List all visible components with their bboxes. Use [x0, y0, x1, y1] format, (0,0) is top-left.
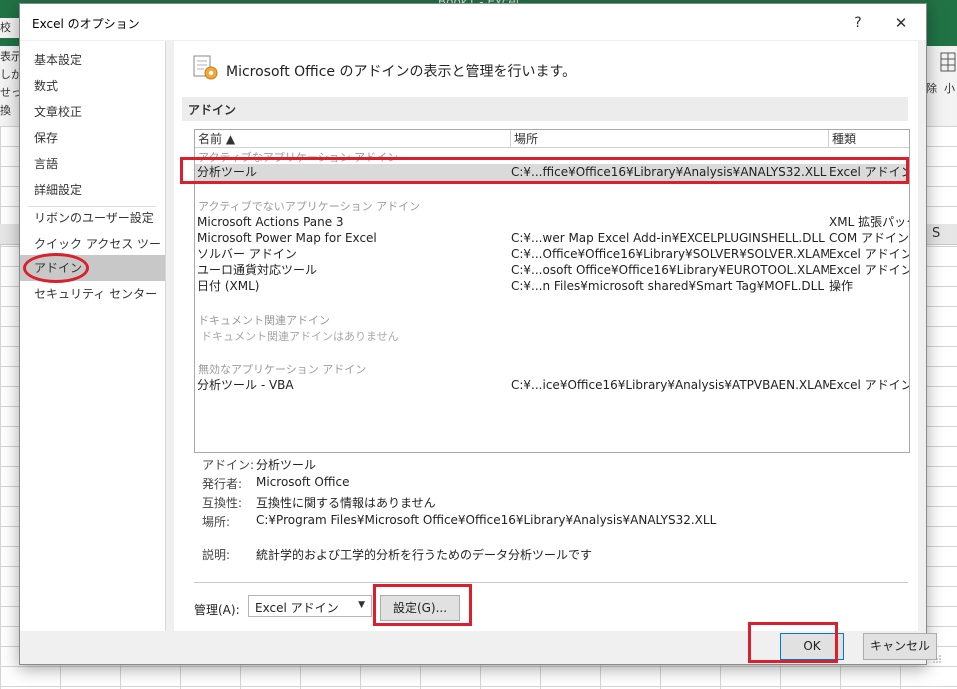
- ribbon-fragment: 小: [944, 82, 955, 95]
- nav-item-customize-ribbon[interactable]: リボンのユーザー設定: [20, 205, 165, 231]
- detail-value-addin: 分析ツール: [256, 458, 317, 472]
- group-document-addins: ドキュメント関連アドイン: [198, 314, 330, 327]
- manage-select-value: Excel アドイン: [255, 601, 339, 615]
- highlight-go-button: [373, 584, 472, 626]
- nav-item-trust-center[interactable]: セキュリティ センター: [20, 281, 165, 307]
- addin-details: アドイン: 分析ツール 発行者: Microsoft Office 互換性: 互…: [202, 456, 902, 566]
- section-label-addins: アドイン: [188, 103, 237, 117]
- nav-item-language[interactable]: 言語: [20, 151, 165, 177]
- excel-options-dialog: Excel のオプション ? ✕ 基本設定 数式 文章校正 保存 言語 詳細設定…: [19, 3, 941, 665]
- resize-grip-icon[interactable]: [932, 654, 942, 664]
- row-name: ユーロ通貨対応ツール: [197, 263, 318, 277]
- addins-panel: Microsoft Office のアドインの表示と管理を行います。 アドイン …: [174, 41, 918, 631]
- table-row[interactable]: ユーロ通貨対応ツール C:¥...osoft Office¥Office16¥L…: [195, 262, 909, 279]
- row-name: 分析ツール - VBA: [197, 378, 294, 392]
- close-button[interactable]: ✕: [888, 12, 914, 34]
- options-nav: 基本設定 数式 文章校正 保存 言語 詳細設定 リボンのユーザー設定 クイック …: [20, 41, 166, 631]
- table-row[interactable]: 日付 (XML) C:¥...n Files¥microsoft shared¥…: [195, 278, 909, 295]
- document-addins-none: ドキュメント関連アドインはありません: [201, 330, 399, 343]
- help-button[interactable]: ?: [846, 12, 870, 34]
- highlight-ok-button: [748, 622, 838, 663]
- cancel-button[interactable]: キャンセル: [863, 633, 937, 660]
- row-type: Excel アドイン: [829, 378, 909, 392]
- addins-gear-icon: [193, 55, 218, 80]
- dialog-title: Excel のオプション: [32, 17, 140, 31]
- ribbon-tab-partial[interactable]: 校: [0, 18, 20, 38]
- table-row[interactable]: Microsoft Power Map for Excel C:¥...wer …: [195, 230, 909, 247]
- row-location: C:¥...Office¥Office16¥Library¥SOLVER¥SOL…: [511, 247, 829, 261]
- manage-select[interactable]: Excel アドイン ▼: [248, 595, 372, 617]
- row-type: XML 拡張パック: [829, 215, 909, 229]
- detail-value-location: C:¥Program Files¥Microsoft Office¥Office…: [256, 513, 717, 527]
- column-header-name[interactable]: 名前 ▲: [195, 130, 511, 148]
- section-band: アドイン: [182, 97, 908, 121]
- detail-value-publisher: Microsoft Office: [256, 475, 350, 489]
- detail-value-compat: 互換性に関する情報はありません: [256, 496, 436, 510]
- column-header-location[interactable]: 場所: [511, 130, 829, 148]
- ribbon-fragment: 換: [0, 104, 11, 117]
- nav-item-save[interactable]: 保存: [20, 125, 165, 151]
- ribbon-grid-icon: [940, 52, 956, 72]
- column-s-header[interactable]: S: [932, 226, 940, 241]
- column-header-type[interactable]: 種類: [829, 130, 909, 148]
- nav-item-proofing[interactable]: 文章校正: [20, 99, 165, 125]
- row-type: COM アドイン: [829, 231, 909, 245]
- detail-label-addin: アドイン:: [202, 458, 255, 472]
- divider: [194, 582, 908, 583]
- group-disabled-addins: 無効なアプリケーション アドイン: [198, 363, 367, 376]
- ribbon-fragment: 除: [926, 82, 937, 95]
- group-inactive-addins: アクティブでないアプリケーション アドイン: [198, 200, 421, 213]
- row-type: 操作: [829, 279, 854, 293]
- detail-value-description: 統計学的および工学的分析を行うためのデータ分析ツールです: [256, 548, 593, 562]
- nav-item-quick-access-toolbar[interactable]: クイック アクセス ツール バー: [20, 231, 165, 277]
- row-type: Excel アドイン: [829, 263, 909, 277]
- nav-item-advanced[interactable]: 詳細設定: [20, 177, 165, 203]
- row-name: Microsoft Actions Pane 3: [197, 215, 344, 229]
- table-row[interactable]: Microsoft Actions Pane 3 XML 拡張パック: [195, 214, 909, 231]
- dialog-titlebar: Excel のオプション ? ✕: [20, 4, 926, 40]
- row-name: ソルバー アドイン: [197, 247, 297, 261]
- row-name: 日付 (XML): [197, 279, 260, 293]
- table-row[interactable]: 分析ツール - VBA C:¥...ice¥Office16¥Library¥A…: [195, 377, 909, 394]
- chevron-down-icon: ▼: [358, 600, 365, 610]
- detail-label-publisher: 発行者:: [202, 477, 243, 491]
- highlight-analysis-toolpak-row: [180, 157, 909, 184]
- detail-label-compat: 互換性:: [202, 496, 243, 510]
- detail-label-description: 説明:: [202, 548, 231, 562]
- row-type: Excel アドイン: [829, 247, 909, 261]
- row-location: C:¥...ice¥Office16¥Library¥Analysis¥ATPV…: [511, 378, 829, 392]
- row-name: Microsoft Power Map for Excel: [197, 231, 377, 245]
- addins-highlight-circle: [23, 253, 89, 283]
- nav-item-general[interactable]: 基本設定: [20, 47, 165, 73]
- row-location: C:¥...osoft Office¥Office16¥Library¥EURO…: [511, 263, 829, 277]
- row-location: C:¥...n Files¥microsoft shared¥Smart Tag…: [511, 279, 825, 293]
- nav-item-formulas[interactable]: 数式: [20, 73, 165, 99]
- table-row[interactable]: ソルバー アドイン C:¥...Office¥Office16¥Library¥…: [195, 246, 909, 263]
- panel-header-text: Microsoft Office のアドインの表示と管理を行います。: [226, 64, 577, 80]
- detail-label-location: 場所:: [202, 515, 231, 529]
- manage-label: 管理(A):: [194, 603, 240, 617]
- row-location: C:¥...wer Map Excel Add-in¥EXCELPLUGINSH…: [511, 231, 825, 245]
